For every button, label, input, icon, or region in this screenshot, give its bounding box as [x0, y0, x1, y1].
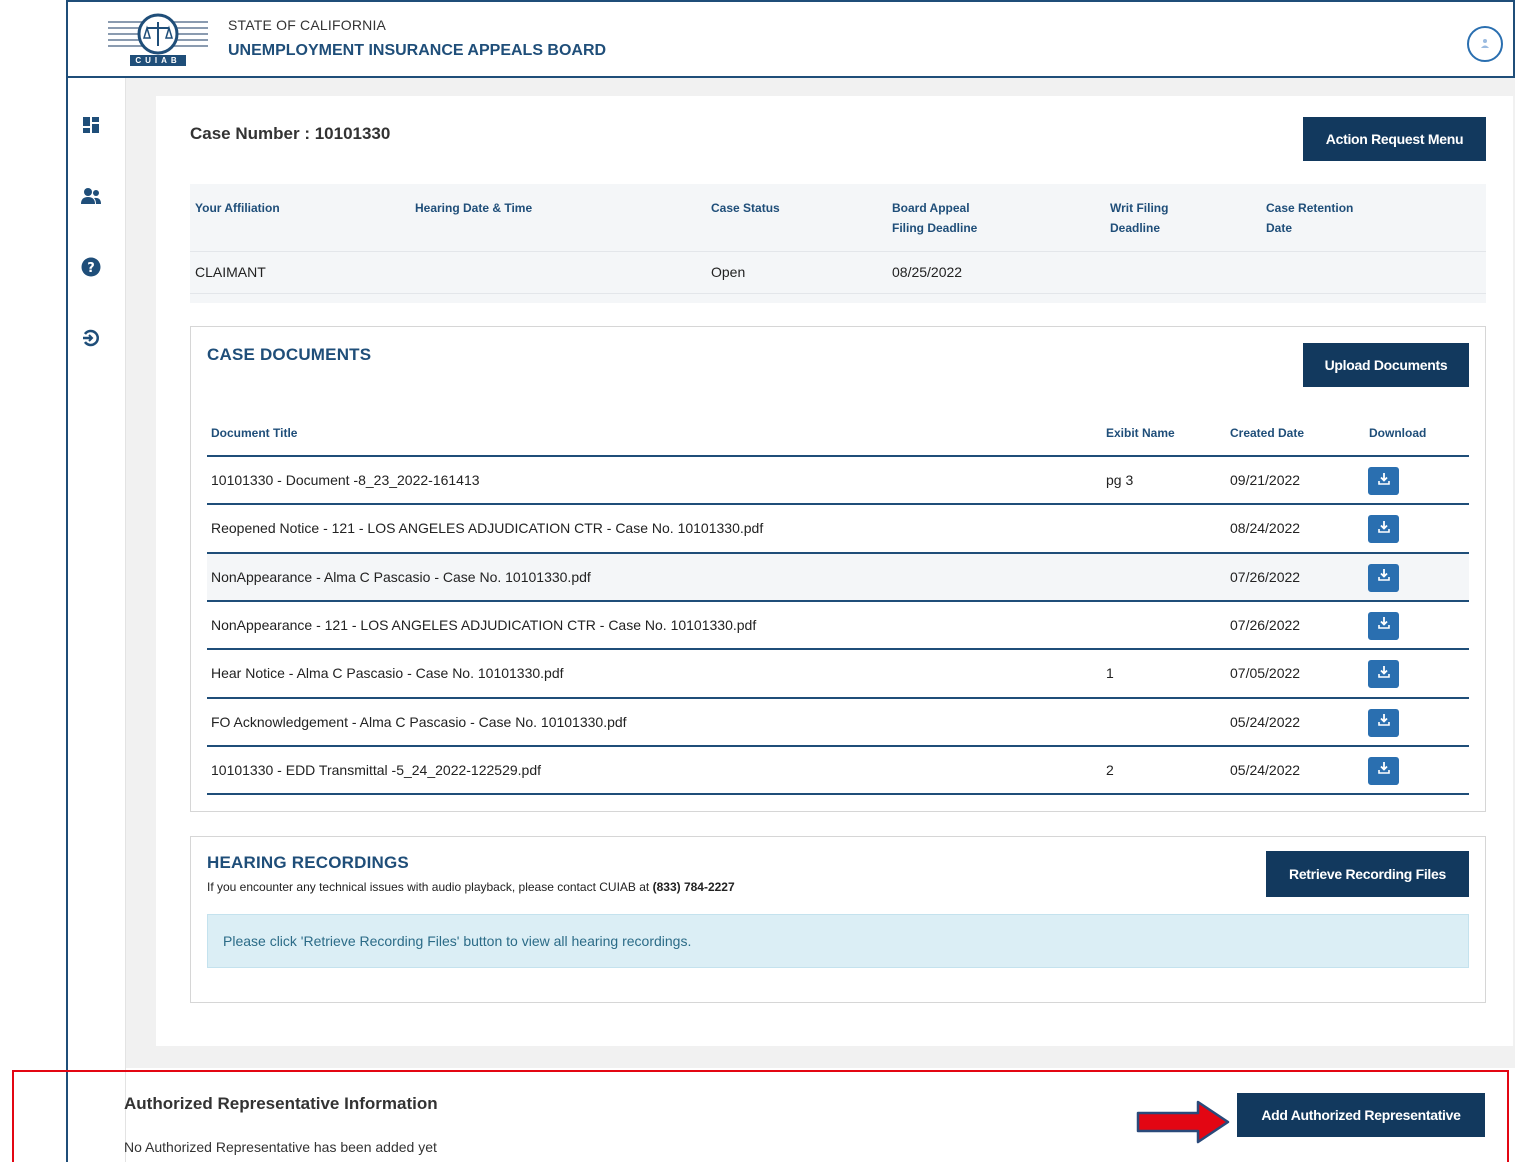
download-button[interactable]	[1368, 708, 1399, 737]
upload-documents-button[interactable]: Upload Documents	[1303, 343, 1469, 387]
recordings-info-alert: Please click 'Retrieve Recording Files' …	[207, 914, 1469, 968]
header-document-title: Document Title	[211, 426, 298, 440]
case-info-table: Your Affiliation Hearing Date & Time Cas…	[190, 184, 1486, 303]
table-row: Hear Notice - Alma C Pascasio - Case No.…	[207, 648, 1469, 696]
state-title: STATE OF CALIFORNIA	[228, 17, 387, 33]
header-download: Download	[1369, 426, 1427, 440]
download-icon	[1377, 713, 1391, 732]
document-title: NonAppearance - Alma C Pascasio - Case N…	[211, 568, 591, 585]
recording-note: If you encounter any technical issues wi…	[207, 880, 735, 894]
download-button[interactable]	[1368, 563, 1399, 592]
created-date: 09/21/2022	[1230, 472, 1301, 488]
table-row: NonAppearance - Alma C Pascasio - Case N…	[207, 551, 1469, 600]
logo-text: CUIAB	[135, 56, 181, 65]
retrieve-recording-files-button[interactable]: Retrieve Recording Files	[1266, 851, 1469, 897]
exhibit-name: pg 3	[1106, 472, 1134, 488]
col-board-deadline: Board Appeal Filing Deadline	[892, 201, 978, 235]
created-date: 08/24/2022	[1230, 520, 1301, 537]
download-icon	[1377, 568, 1391, 587]
header-exhibit-name: Exibit Name	[1106, 426, 1175, 440]
svg-text:?: ?	[87, 261, 95, 276]
document-title: FO Acknowledgement - Alma C Pascasio - C…	[211, 713, 627, 730]
col-status: Case Status	[711, 201, 780, 215]
hearing-recordings-section: HEARING RECORDINGS If you encounter any …	[190, 836, 1486, 1003]
created-date: 07/26/2022	[1230, 616, 1301, 633]
board-deadline-value: 08/25/2022	[892, 264, 963, 280]
table-row: FO Acknowledgement - Alma C Pascasio - C…	[207, 696, 1469, 745]
col-writ-deadline: Writ Filing Deadline	[1110, 201, 1169, 235]
document-title: 10101330 - Document -8_23_2022-161413	[211, 472, 480, 488]
case-documents-section: CASE DOCUMENTS Upload Documents Document…	[190, 326, 1486, 812]
download-button[interactable]	[1368, 467, 1399, 495]
case-card: Case Number : 10101330 Action Request Me…	[156, 96, 1513, 1046]
affiliation-value: CLAIMANT	[195, 264, 266, 280]
users-icon	[80, 187, 102, 210]
cuiab-logo: CUIAB	[106, 10, 210, 68]
document-title: NonAppearance - 121 - LOS ANGELES ADJUDI…	[211, 616, 757, 633]
table-row: Reopened Notice - 121 - LOS ANGELES ADJU…	[207, 503, 1469, 551]
table-bottom-border	[207, 793, 1469, 796]
red-arrow-icon	[1136, 1100, 1230, 1144]
download-button[interactable]	[1368, 756, 1399, 785]
created-date: 07/26/2022	[1230, 568, 1301, 585]
document-title: Hear Notice - Alma C Pascasio - Case No.…	[211, 665, 564, 682]
sidebar-item-help[interactable]: ?	[80, 257, 102, 282]
divider	[190, 293, 1486, 294]
status-value: Open	[711, 264, 746, 280]
highlight-box	[12, 1070, 1509, 1162]
download-icon	[1377, 665, 1391, 684]
action-request-menu-button[interactable]: Action Request Menu	[1303, 117, 1486, 161]
sidebar-item-dashboard[interactable]	[80, 116, 102, 138]
sidebar-item-logout[interactable]	[80, 329, 102, 351]
download-icon	[1377, 472, 1391, 491]
table-row: 10101330 - Document -8_23_2022-161413 pg …	[207, 455, 1469, 503]
col-affiliation: Your Affiliation	[195, 201, 280, 215]
divider	[190, 251, 1486, 252]
sidebar-item-users[interactable]	[80, 187, 102, 209]
hearing-recordings-title: HEARING RECORDINGS	[207, 853, 409, 872]
support-phone: (833) 784-2227	[652, 880, 735, 894]
app-frame: CUIAB STATE OF CALIFORNIA UNEMPLOYMENT I…	[66, 0, 1515, 1162]
help-icon: ?	[81, 257, 101, 282]
download-icon	[1377, 520, 1391, 539]
user-menu-button[interactable]	[1467, 26, 1503, 62]
case-number: Case Number : 10101330	[190, 124, 391, 143]
download-button[interactable]	[1368, 515, 1399, 544]
document-title: Reopened Notice - 121 - LOS ANGELES ADJU…	[211, 520, 764, 537]
created-date: 05/24/2022	[1230, 713, 1301, 730]
exhibit-name: 2	[1106, 761, 1114, 778]
table-row: NonAppearance - 121 - LOS ANGELES ADJUDI…	[207, 599, 1469, 648]
download-icon	[1377, 616, 1391, 635]
logout-icon	[81, 328, 101, 353]
user-icon	[1478, 36, 1492, 53]
download-button[interactable]	[1368, 611, 1399, 640]
header-created-date: Created Date	[1230, 426, 1305, 440]
sidebar: ?	[68, 78, 126, 1162]
table-row: 10101330 - EDD Transmittal -5_24_2022-12…	[207, 744, 1469, 793]
dashboard-icon	[82, 116, 100, 139]
col-retention: Case Retention Date	[1266, 201, 1354, 235]
case-documents-title: CASE DOCUMENTS	[207, 345, 372, 364]
download-button[interactable]	[1368, 660, 1399, 689]
document-title: 10101330 - EDD Transmittal -5_24_2022-12…	[211, 761, 541, 778]
board-title: UNEMPLOYMENT INSURANCE APPEALS BOARD	[228, 42, 607, 59]
col-hearing: Hearing Date & Time	[415, 201, 533, 215]
header: CUIAB STATE OF CALIFORNIA UNEMPLOYMENT I…	[68, 2, 1513, 78]
download-icon	[1377, 761, 1391, 780]
exhibit-name: 1	[1106, 665, 1114, 682]
created-date: 07/05/2022	[1230, 665, 1301, 682]
created-date: 05/24/2022	[1230, 761, 1301, 778]
